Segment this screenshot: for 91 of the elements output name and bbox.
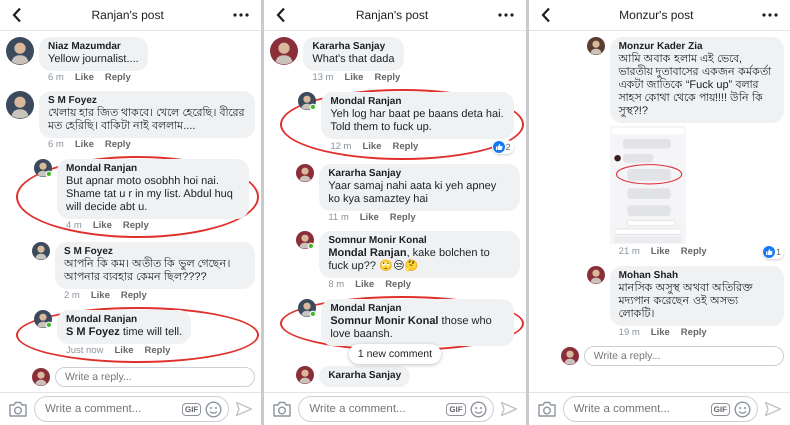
like-link[interactable]: Like (650, 246, 670, 258)
like-link[interactable]: Like (650, 327, 670, 339)
new-comment-button[interactable]: 1 new comment (348, 344, 442, 364)
comment-time: Just now (66, 345, 104, 357)
comment-time: 13 m (312, 72, 334, 84)
like-link[interactable]: Like (360, 212, 379, 224)
send-icon[interactable] (235, 401, 254, 417)
comment-text: Mondal Ranjan, kake bolchen to fuck up?? 🙄😒🤔 (328, 247, 491, 273)
reply-link[interactable]: Reply (374, 72, 400, 84)
like-link[interactable]: Like (355, 279, 374, 291)
gif-button[interactable]: GIF (710, 402, 730, 416)
reply-link[interactable]: Reply (122, 220, 149, 232)
comment-field[interactable]: Write a comment... GIF (298, 396, 494, 422)
comment-author: Mohan Shah (618, 270, 680, 281)
comment-author: Mondal Ranjan (330, 303, 402, 315)
comment-field[interactable]: Write a comment... GIF (562, 396, 758, 422)
back-icon[interactable] (12, 7, 22, 23)
like-link[interactable]: Like (114, 345, 134, 357)
comment-author: Mondal Ranjan (66, 163, 138, 175)
reply-field[interactable]: Write a reply... (584, 346, 784, 366)
back-icon[interactable] (540, 7, 551, 23)
send-icon[interactable] (500, 401, 518, 417)
comment-time: 11 m (328, 212, 349, 224)
reply-link[interactable]: Reply (680, 246, 707, 258)
comment-text: Yellow journalist.... (48, 53, 139, 66)
comment-time: 19 m (618, 327, 640, 339)
camera-icon[interactable] (536, 400, 557, 418)
comment-time: 12 m (330, 141, 352, 153)
comment-author: S M Foyez (48, 95, 98, 106)
smiley-icon[interactable] (734, 400, 751, 418)
camera-icon[interactable] (272, 400, 292, 418)
comment-text: S M Foyez time will tell. (66, 326, 182, 339)
camera-icon[interactable] (8, 400, 28, 418)
comment-text: Yaar samaj nahi aata ki yeh apney ko kya samaztey hai (328, 180, 498, 206)
reply-link[interactable]: Reply (680, 327, 707, 339)
reply-field[interactable]: Write a reply... (55, 367, 256, 387)
avatar (32, 368, 50, 386)
comment-author: Kararha Sanjay (312, 41, 386, 53)
like-link[interactable]: Like (74, 72, 94, 84)
more-icon[interactable] (233, 13, 250, 17)
reaction-count: 1 (762, 245, 784, 259)
comment-time: 6 m (48, 72, 64, 84)
like-icon (492, 141, 505, 153)
like-link[interactable]: Like (362, 141, 382, 153)
send-icon[interactable] (764, 401, 782, 417)
comment-text: আপনি কি কম। অতীত কি ভুল গেছেন। আপনার ব্যবহার কেমন ছিল???? (64, 258, 232, 284)
window-title: Ranjan's post (91, 8, 164, 22)
reply-link[interactable]: Reply (104, 72, 131, 84)
like-icon (762, 246, 775, 258)
reply-link[interactable]: Reply (120, 290, 147, 302)
comment-author: Somnur Monir Konal (328, 235, 428, 247)
comment-author: Mondal Ranjan (66, 314, 138, 326)
like-link[interactable]: Like (92, 220, 112, 232)
avatar (560, 347, 579, 365)
window-title: Monzur's post (619, 8, 694, 22)
comment-time: 2 m (64, 290, 80, 302)
comment-time: 6 m (48, 139, 64, 151)
comment-text: But apnar moto osobhh hoi nai. Shame tat u r in my list. Abdul huq will decide abt u. (66, 175, 234, 214)
comment-text: আমি অবাক হলাম এই ভেবে, ভারতীয় দুতাবাসের একজন কর্মকর্তা একটা জাতিকে “Fuck up” বলার সাহস কোথা থেকে পায়!!!! উনি কি সুস্থ?!? (618, 53, 772, 118)
reply-link[interactable]: Reply (144, 345, 170, 357)
like-link[interactable]: Like (344, 72, 364, 84)
comment-text: মানসিক অসুস্থ অথবা অতিরিক্ত মদ্যপান করেছেন ওই অসভ্য লোকটি। (618, 282, 754, 321)
window-title: Ranjan's post (356, 8, 428, 22)
comment-field[interactable]: Write a comment... GIF (34, 396, 230, 422)
back-icon[interactable] (276, 7, 286, 23)
comment-author: Kararha Sanjay (328, 370, 402, 382)
reply-link[interactable]: Reply (390, 212, 416, 224)
comment-text: What's that dada (312, 53, 395, 66)
comment-author: Niaz Mazumdar (48, 41, 122, 53)
reply-link[interactable]: Reply (104, 139, 131, 151)
like-link[interactable]: Like (90, 290, 110, 302)
smiley-icon[interactable] (470, 400, 487, 418)
comment-text: Somnur Monir Konal those who love baansh. (330, 315, 493, 341)
comment-author: Kararha Sanjay (328, 168, 402, 180)
comment-text: খেলায় হার জিত থাকবে। খেলে হেরেছি। বীরের মত হেরিছি। বাকিটা নাই বললাম.... (48, 107, 246, 133)
gif-button[interactable]: GIF (182, 402, 202, 416)
reaction-count: 2 (492, 140, 514, 154)
more-icon[interactable] (498, 13, 514, 17)
reply-link[interactable]: Reply (385, 279, 412, 291)
comment-time: 8 m (328, 279, 344, 291)
comment-author: S M Foyez (64, 246, 114, 257)
comment-author: Monzur Kader Zia (618, 41, 704, 52)
comment-text: Yeh log har baat pe baans deta hai. Told them to fuck up. (330, 108, 505, 134)
like-link[interactable]: Like (74, 139, 94, 151)
comment-time: 21 m (618, 246, 640, 258)
comment-author: Mondal Ranjan (330, 96, 402, 108)
smiley-icon[interactable] (205, 400, 222, 418)
reply-link[interactable]: Reply (392, 141, 418, 153)
more-icon[interactable] (762, 13, 778, 17)
gif-button[interactable]: GIF (446, 402, 466, 416)
comment-time: 4 m (66, 220, 82, 232)
